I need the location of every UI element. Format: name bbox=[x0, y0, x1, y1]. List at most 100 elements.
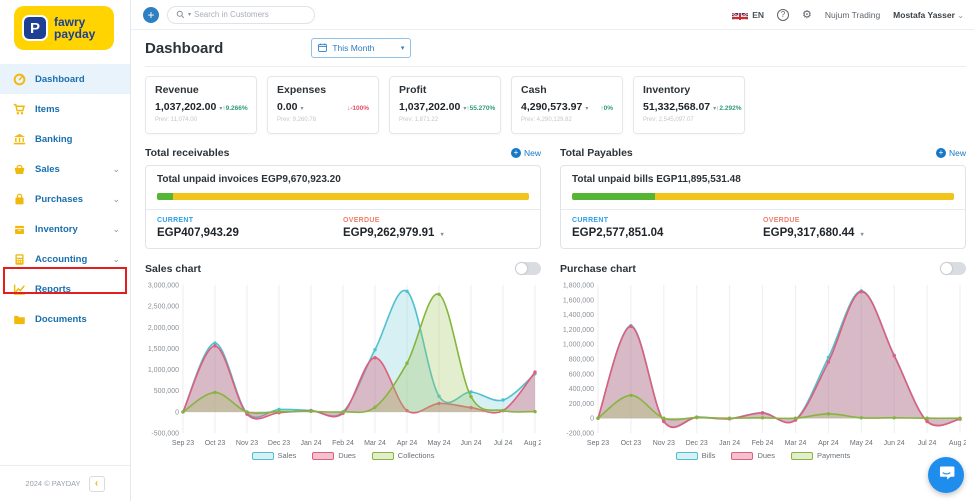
svg-text:Feb 24: Feb 24 bbox=[332, 440, 354, 447]
help-icon[interactable]: ? bbox=[777, 9, 789, 21]
receivables-new-button[interactable]: +New bbox=[511, 148, 541, 158]
legend-swatch bbox=[372, 452, 394, 460]
sidebar-item-sales[interactable]: Sales ⌄ bbox=[0, 154, 130, 184]
sidebar-item-dashboard[interactable]: Dashboard bbox=[0, 64, 130, 94]
kpi-value: 1,037,202.00 bbox=[399, 101, 460, 113]
svg-text:1,500,000: 1,500,000 bbox=[148, 346, 179, 353]
sidebar-collapse-button[interactable]: ‹ bbox=[89, 476, 105, 492]
cart-icon bbox=[13, 103, 26, 116]
legend-item[interactable]: Payments bbox=[791, 451, 850, 460]
legend-item[interactable]: Collections bbox=[372, 451, 435, 460]
user-menu[interactable]: Mostafa Yasser ⌄ bbox=[893, 10, 964, 20]
payables-summary: Total unpaid bills EGP11,895,531.48 bbox=[572, 174, 954, 185]
legend-item[interactable]: Sales bbox=[252, 451, 297, 460]
svg-text:Nov 23: Nov 23 bbox=[236, 440, 258, 447]
legend-item[interactable]: Bills bbox=[676, 451, 716, 460]
kpi-card-profit[interactable]: Profit 1,037,202.00 ▾ ↑55.270% Prev: 1,8… bbox=[389, 76, 501, 134]
purchase-chart-legend: Bills Dues Payments bbox=[560, 451, 966, 460]
purchases-bag-icon bbox=[13, 193, 26, 206]
accounting-calculator-icon bbox=[13, 253, 26, 266]
copyright-text: 2024 © PAYDAY bbox=[25, 479, 80, 488]
sidebar-item-documents[interactable]: Documents bbox=[0, 304, 130, 334]
caret-down-icon[interactable]: ▾ bbox=[441, 232, 444, 238]
svg-text:Dec 23: Dec 23 bbox=[268, 440, 290, 447]
kpi-value: 1,037,202.00 bbox=[155, 101, 216, 113]
sidebar-item-items[interactable]: Items bbox=[0, 94, 130, 124]
kpi-change: ↑0% bbox=[600, 105, 613, 112]
kpi-title: Revenue bbox=[155, 84, 247, 96]
kpi-change: ↑55.270% bbox=[466, 105, 495, 112]
svg-text:1,800,000: 1,800,000 bbox=[563, 283, 594, 290]
sidebar-item-banking[interactable]: Banking bbox=[0, 124, 130, 154]
svg-text:1,000,000: 1,000,000 bbox=[563, 342, 594, 349]
kpi-card-revenue[interactable]: Revenue 1,037,202.00 ▾ ↑9.266% Prev: 11,… bbox=[145, 76, 257, 134]
svg-text:0: 0 bbox=[175, 409, 179, 416]
legend-label: Sales bbox=[278, 451, 297, 460]
sidebar-item-label: Dashboard bbox=[35, 74, 85, 85]
search-scope-caret-icon[interactable]: ▾ bbox=[188, 11, 191, 18]
chat-support-button[interactable] bbox=[928, 457, 964, 493]
sidebar-item-label: Purchases bbox=[35, 194, 83, 205]
kpi-title: Inventory bbox=[643, 84, 735, 96]
kpi-value: 51,332,568.07 bbox=[643, 101, 710, 113]
dashboard-icon bbox=[13, 73, 26, 86]
caret-down-icon[interactable]: ▾ bbox=[585, 105, 588, 112]
sidebar-item-label: Reports bbox=[35, 284, 71, 295]
svg-text:May 24: May 24 bbox=[428, 440, 451, 447]
svg-text:3,000,000: 3,000,000 bbox=[148, 283, 179, 290]
period-filter-select[interactable]: This Month ▾ bbox=[311, 38, 411, 58]
svg-text:-200,000: -200,000 bbox=[566, 431, 594, 438]
documents-folder-icon bbox=[13, 313, 26, 326]
purchase-chart-toggle[interactable] bbox=[940, 262, 966, 275]
purchase-chart-title: Purchase chart bbox=[560, 263, 636, 275]
sidebar-nav: Dashboard Items Banking Sales ⌄ bbox=[0, 64, 130, 465]
kpi-card-cash[interactable]: Cash 4,290,573.97 ▾ ↑0% Prev: 4,290,129.… bbox=[511, 76, 623, 134]
legend-item[interactable]: Dues bbox=[731, 451, 775, 460]
svg-text:Jun 24: Jun 24 bbox=[884, 440, 905, 447]
sidebar-item-label: Banking bbox=[35, 134, 72, 145]
sidebar-item-accounting[interactable]: Accounting ⌄ bbox=[0, 244, 130, 274]
legend-swatch bbox=[252, 452, 274, 460]
sidebar-item-reports[interactable]: Reports bbox=[0, 274, 130, 304]
search-box[interactable]: ▾ bbox=[167, 6, 315, 24]
svg-text:Jan 24: Jan 24 bbox=[719, 440, 740, 447]
plus-icon: + bbox=[511, 148, 521, 158]
kpi-prev-value: Prev: 11,074.00 bbox=[155, 117, 247, 123]
svg-text:2,000,000: 2,000,000 bbox=[148, 325, 179, 332]
svg-text:Apr 24: Apr 24 bbox=[397, 440, 418, 447]
kpi-change: ↑2.292% bbox=[716, 105, 741, 112]
brand-name-bottom: payday bbox=[54, 28, 95, 40]
add-button[interactable]: + bbox=[143, 7, 159, 23]
caret-down-icon[interactable]: ▾ bbox=[300, 105, 303, 112]
kpi-title: Profit bbox=[399, 84, 491, 96]
sidebar-item-label: Documents bbox=[35, 314, 87, 325]
kpi-prev-value: Prev: 4,290,129.82 bbox=[521, 117, 613, 123]
caret-down-icon[interactable]: ▾ bbox=[861, 232, 864, 238]
language-label[interactable]: EN bbox=[752, 10, 764, 20]
svg-text:Oct 23: Oct 23 bbox=[621, 440, 642, 447]
chevron-down-icon: ⌄ bbox=[957, 11, 964, 20]
svg-text:Sep 23: Sep 23 bbox=[172, 440, 194, 447]
legend-swatch bbox=[791, 452, 813, 460]
sales-chart-toggle[interactable] bbox=[515, 262, 541, 275]
receivables-section-title: Total receivables bbox=[145, 147, 229, 159]
period-filter-value: This Month bbox=[332, 43, 374, 53]
legend-item[interactable]: Dues bbox=[312, 451, 356, 460]
svg-text:200,000: 200,000 bbox=[569, 401, 594, 408]
svg-text:1,200,000: 1,200,000 bbox=[563, 327, 594, 334]
chat-bubble-icon bbox=[938, 464, 955, 486]
uk-flag-icon[interactable] bbox=[732, 10, 748, 20]
app-window: P fawry payday Dashboard Items bbox=[0, 0, 974, 501]
gear-icon[interactable]: ⚙ bbox=[802, 9, 812, 20]
search-input[interactable] bbox=[194, 10, 306, 19]
topbar: + ▾ EN ? ⚙ Nujum Trading Mostafa Yasser … bbox=[131, 0, 974, 30]
kpi-card-inventory[interactable]: Inventory 51,332,568.07 ▾ ↑2.292% Prev: … bbox=[633, 76, 745, 134]
kpi-title: Expenses bbox=[277, 84, 369, 96]
svg-text:Sep 23: Sep 23 bbox=[587, 440, 609, 447]
kpi-card-expenses[interactable]: Expenses 0.00 ▾ ↓-100% Prev: 9,260.78 bbox=[267, 76, 379, 134]
sidebar-item-inventory[interactable]: Inventory ⌄ bbox=[0, 214, 130, 244]
main-content: Dashboard This Month ▾ Revenue 1,037,202… bbox=[131, 30, 974, 501]
bank-icon bbox=[13, 133, 26, 146]
sidebar-item-purchases[interactable]: Purchases ⌄ bbox=[0, 184, 130, 214]
payables-new-button[interactable]: +New bbox=[936, 148, 966, 158]
